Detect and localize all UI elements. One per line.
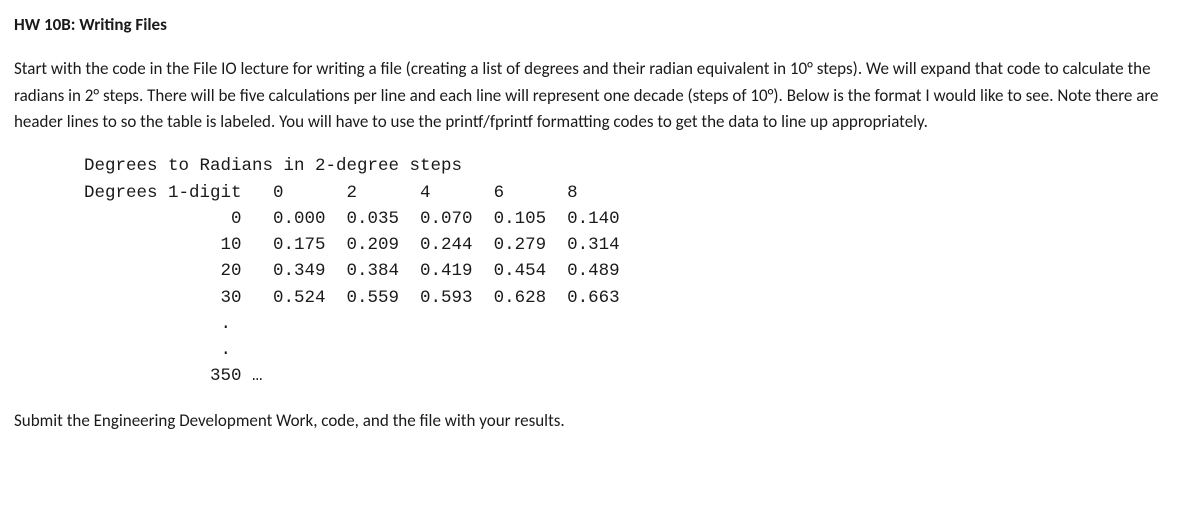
intro-paragraph: Start with the code in the File IO lectu… [14,56,1169,135]
code-header-2: Degrees 1-digit 0 2 4 6 8 [84,183,578,203]
code-row: . [84,340,231,360]
page-title: HW 10B: Writing Files [14,12,1169,38]
code-row: 20 0.349 0.384 0.419 0.454 0.489 [84,261,620,281]
code-row: 0 0.000 0.035 0.070 0.105 0.140 [84,209,620,229]
code-header-1: Degrees to Radians in 2-degree steps [84,156,462,176]
code-row: 30 0.524 0.559 0.593 0.628 0.663 [84,288,620,308]
code-row: . [84,314,231,334]
sample-output-block: Degrees to Radians in 2-degree steps Deg… [84,153,1169,389]
footer-instruction: Submit the Engineering Development Work,… [14,408,1169,434]
code-row: 350 … [84,366,263,386]
code-row: 10 0.175 0.209 0.244 0.279 0.314 [84,235,620,255]
